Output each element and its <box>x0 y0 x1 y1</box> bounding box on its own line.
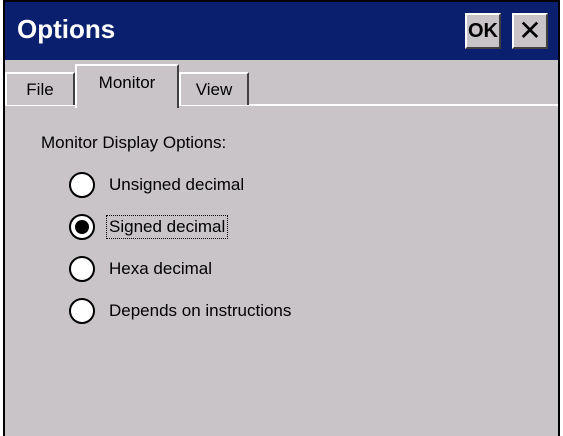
radio-label: Signed decimal <box>105 215 229 239</box>
radio-label: Unsigned decimal <box>109 175 245 194</box>
tab-file-label: File <box>26 79 54 99</box>
tab-monitor[interactable]: Monitor <box>75 64 179 108</box>
monitor-panel: Monitor Display Options: Unsigned decima… <box>5 106 558 436</box>
tab-strip: File Monitor View <box>5 60 558 108</box>
options-window: Options OK ✕ File Monitor View Monitor D… <box>3 0 560 436</box>
radio-label: Depends on instructions <box>109 301 292 320</box>
radio-unsigned-decimal[interactable]: Unsigned decimal <box>69 170 246 200</box>
radio-button[interactable] <box>69 172 95 198</box>
window-title: Options <box>17 14 116 44</box>
radio-hexa-decimal[interactable]: Hexa decimal <box>69 254 214 284</box>
tab-file[interactable]: File <box>5 72 75 105</box>
radio-button[interactable] <box>69 298 95 324</box>
radio-button[interactable] <box>69 256 95 282</box>
tab-view[interactable]: View <box>179 72 249 105</box>
tab-view-label: View <box>195 79 233 99</box>
radio-signed-decimal[interactable]: Signed decimal <box>69 212 229 242</box>
radio-label: Hexa decimal <box>109 259 212 278</box>
close-icon: ✕ <box>518 15 542 46</box>
group-label: Monitor Display Options: <box>41 133 227 152</box>
tab-monitor-label: Monitor <box>98 73 156 92</box>
radio-button-selected[interactable] <box>69 214 95 240</box>
radio-depends-on-instructions[interactable]: Depends on instructions <box>69 296 293 326</box>
close-button[interactable]: ✕ <box>512 13 548 49</box>
ok-button[interactable]: OK <box>465 13 501 49</box>
title-bar: Options OK ✕ <box>5 0 558 60</box>
